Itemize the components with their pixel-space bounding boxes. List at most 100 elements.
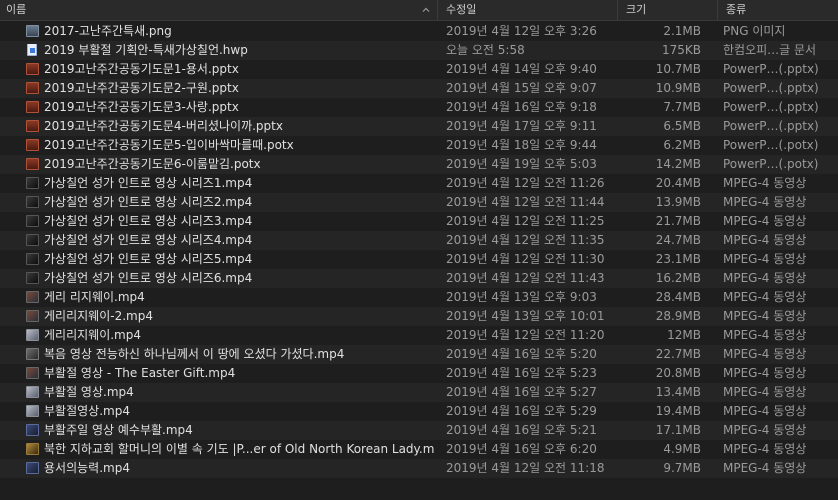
file-row[interactable]: 2019고난주간공동기도문4-버리셨나이까.pptx 2019년 4월 17일 …	[0, 117, 838, 136]
file-name: 용서의능력.mp4	[44, 461, 130, 475]
file-row[interactable]: 게리 리지웨이.mp4 2019년 4월 13일 오후 9:03 28.4MB …	[0, 288, 838, 307]
file-row[interactable]: 부활절 영상.mp4 2019년 4월 16일 오후 5:27 13.4MB M…	[0, 383, 838, 402]
powerpoint-file-icon	[26, 158, 39, 170]
file-date: 2019년 4월 16일 오후 9:18	[446, 100, 597, 114]
video-thumbnail-icon	[26, 272, 39, 284]
file-row[interactable]: 가상칠언 성가 인트로 영상 시리즈6.mp4 2019년 4월 12일 오전 …	[0, 269, 838, 288]
powerpoint-file-icon	[26, 101, 39, 113]
file-name: 2019고난주간공동기도문3-사랑.pptx	[44, 100, 239, 114]
file-kind: PowerP…(.potx)	[723, 138, 819, 152]
file-name: 북한 지하교회 할머니의 이별 속 기도 |P...er of Old Nort…	[44, 442, 434, 456]
video-thumbnail-icon	[26, 424, 39, 436]
file-name: 2019고난주간공동기도문4-버리셨나이까.pptx	[44, 119, 283, 133]
powerpoint-file-icon	[26, 82, 39, 94]
file-name: 가상칠언 성가 인트로 영상 시리즈2.mp4	[44, 195, 253, 209]
file-date: 2019년 4월 15일 오후 9:07	[446, 81, 597, 95]
file-date: 2019년 4월 12일 오전 11:18	[446, 461, 605, 475]
file-row[interactable]: 2019고난주간공동기도문6-이룸맡김.potx 2019년 4월 19일 오후…	[0, 155, 838, 174]
file-row[interactable]: 가상칠언 성가 인트로 영상 시리즈3.mp4 2019년 4월 12일 오전 …	[0, 212, 838, 231]
file-name: 가상칠언 성가 인트로 영상 시리즈4.mp4	[44, 233, 253, 247]
file-kind: MPEG-4 동영상	[723, 328, 807, 342]
video-thumbnail-icon	[26, 215, 39, 227]
file-date: 2019년 4월 16일 오후 5:20	[446, 347, 597, 361]
file-kind: PowerP…(.pptx)	[723, 100, 819, 114]
file-date: 2019년 4월 12일 오전 11:26	[446, 176, 605, 190]
file-date: 2019년 4월 12일 오후 3:26	[446, 24, 597, 38]
file-name: 가상칠언 성가 인트로 영상 시리즈5.mp4	[44, 252, 253, 266]
file-row[interactable]: 게리리지웨이.mp4 2019년 4월 12일 오전 11:20 12MB MP…	[0, 326, 838, 345]
column-header-size[interactable]: 크기	[617, 0, 717, 20]
file-name: 복음 영상 전능하신 하나님께서 이 땅에 오셨다 가셨다.mp4	[44, 347, 345, 361]
file-size: 22.7MB	[655, 347, 701, 361]
file-row[interactable]: 2019고난주간공동기도문1-용서.pptx 2019년 4월 14일 오후 9…	[0, 60, 838, 79]
column-header-name[interactable]: 이름	[0, 0, 437, 20]
png-file-icon	[26, 25, 39, 37]
column-header-date[interactable]: 수정일	[437, 0, 617, 20]
video-thumbnail-icon	[26, 234, 39, 246]
file-date: 2019년 4월 16일 오후 5:27	[446, 385, 597, 399]
file-name: 게리리지웨이.mp4	[44, 328, 141, 342]
file-date: 오늘 오전 5:58	[446, 43, 525, 57]
file-row[interactable]: 2019 부활절 기획안-특새가상칠언.hwp 오늘 오전 5:58 175KB…	[0, 41, 838, 60]
file-kind: MPEG-4 동영상	[723, 442, 807, 456]
file-kind: MPEG-4 동영상	[723, 461, 807, 475]
file-row[interactable]: 부활절 영상 - The Easter Gift.mp4 2019년 4월 16…	[0, 364, 838, 383]
file-kind: PNG 이미지	[723, 24, 786, 38]
file-row[interactable]: 게리리지웨이-2.mp4 2019년 4월 13일 오후 10:01 28.9M…	[0, 307, 838, 326]
file-size: 175KB	[661, 43, 701, 57]
file-row[interactable]: 2019고난주간공동기도문5-입이바싹마를때.potx 2019년 4월 18일…	[0, 136, 838, 155]
video-thumbnail-icon	[26, 348, 39, 360]
file-size: 2.1MB	[663, 24, 701, 38]
file-kind: MPEG-4 동영상	[723, 385, 807, 399]
file-size: 6.5MB	[663, 119, 701, 133]
file-date: 2019년 4월 14일 오후 9:40	[446, 62, 597, 76]
video-thumbnail-icon	[26, 367, 39, 379]
video-thumbnail-icon	[26, 386, 39, 398]
video-thumbnail-icon	[26, 291, 39, 303]
file-name: 게리 리지웨이.mp4	[44, 290, 145, 304]
file-date: 2019년 4월 13일 오후 10:01	[446, 309, 605, 323]
video-thumbnail-icon	[26, 310, 39, 322]
file-row[interactable]: 2017-고난주간특새.png 2019년 4월 12일 오후 3:26 2.1…	[0, 22, 838, 41]
file-kind: MPEG-4 동영상	[723, 290, 807, 304]
file-kind: MPEG-4 동영상	[723, 423, 807, 437]
file-kind: MPEG-4 동영상	[723, 214, 807, 228]
file-row[interactable]: 복음 영상 전능하신 하나님께서 이 땅에 오셨다 가셨다.mp4 2019년 …	[0, 345, 838, 364]
video-thumbnail-icon	[26, 443, 39, 455]
powerpoint-file-icon	[26, 120, 39, 132]
file-name: 게리리지웨이-2.mp4	[44, 309, 153, 323]
file-name: 가상칠언 성가 인트로 영상 시리즈6.mp4	[44, 271, 253, 285]
file-row[interactable]: 북한 지하교회 할머니의 이별 속 기도 |P...er of Old Nort…	[0, 440, 838, 459]
video-thumbnail-icon	[26, 253, 39, 265]
file-size: 14.2MB	[655, 157, 701, 171]
file-row[interactable]: 가상칠언 성가 인트로 영상 시리즈5.mp4 2019년 4월 12일 오전 …	[0, 250, 838, 269]
file-row[interactable]: 용서의능력.mp4 2019년 4월 12일 오전 11:18 9.7MB MP…	[0, 459, 838, 478]
file-name: 2019고난주간공동기도문6-이룸맡김.potx	[44, 157, 261, 171]
file-row[interactable]: 2019고난주간공동기도문2-구원.pptx 2019년 4월 15일 오후 9…	[0, 79, 838, 98]
column-header-bar: 이름 수정일 크기 종류	[0, 0, 838, 21]
column-header-kind[interactable]: 종류	[717, 0, 838, 20]
file-size: 10.9MB	[655, 81, 701, 95]
file-size: 23.1MB	[655, 252, 701, 266]
file-name: 가상칠언 성가 인트로 영상 시리즈3.mp4	[44, 214, 253, 228]
file-kind: MPEG-4 동영상	[723, 309, 807, 323]
file-kind: MPEG-4 동영상	[723, 366, 807, 380]
file-kind: MPEG-4 동영상	[723, 176, 807, 190]
sort-ascending-icon[interactable]	[422, 6, 430, 14]
file-size: 17.1MB	[655, 423, 701, 437]
file-kind: PowerP…(.pptx)	[723, 119, 819, 133]
file-row[interactable]: 가상칠언 성가 인트로 영상 시리즈2.mp4 2019년 4월 12일 오전 …	[0, 193, 838, 212]
file-kind: PowerP…(.potx)	[723, 157, 819, 171]
video-thumbnail-icon	[26, 462, 39, 474]
video-thumbnail-icon	[26, 329, 39, 341]
file-row[interactable]: 부활절영상.mp4 2019년 4월 16일 오후 5:29 19.4MB MP…	[0, 402, 838, 421]
file-row[interactable]: 부활주일 영상 예수부활.mp4 2019년 4월 16일 오후 5:21 17…	[0, 421, 838, 440]
file-list: 2017-고난주간특새.png 2019년 4월 12일 오후 3:26 2.1…	[0, 22, 838, 478]
file-size: 28.4MB	[655, 290, 701, 304]
file-date: 2019년 4월 16일 오후 5:29	[446, 404, 597, 418]
file-size: 13.4MB	[655, 385, 701, 399]
file-name: 부활절 영상.mp4	[44, 385, 134, 399]
file-row[interactable]: 2019고난주간공동기도문3-사랑.pptx 2019년 4월 16일 오후 9…	[0, 98, 838, 117]
file-row[interactable]: 가상칠언 성가 인트로 영상 시리즈1.mp4 2019년 4월 12일 오전 …	[0, 174, 838, 193]
file-row[interactable]: 가상칠언 성가 인트로 영상 시리즈4.mp4 2019년 4월 12일 오전 …	[0, 231, 838, 250]
